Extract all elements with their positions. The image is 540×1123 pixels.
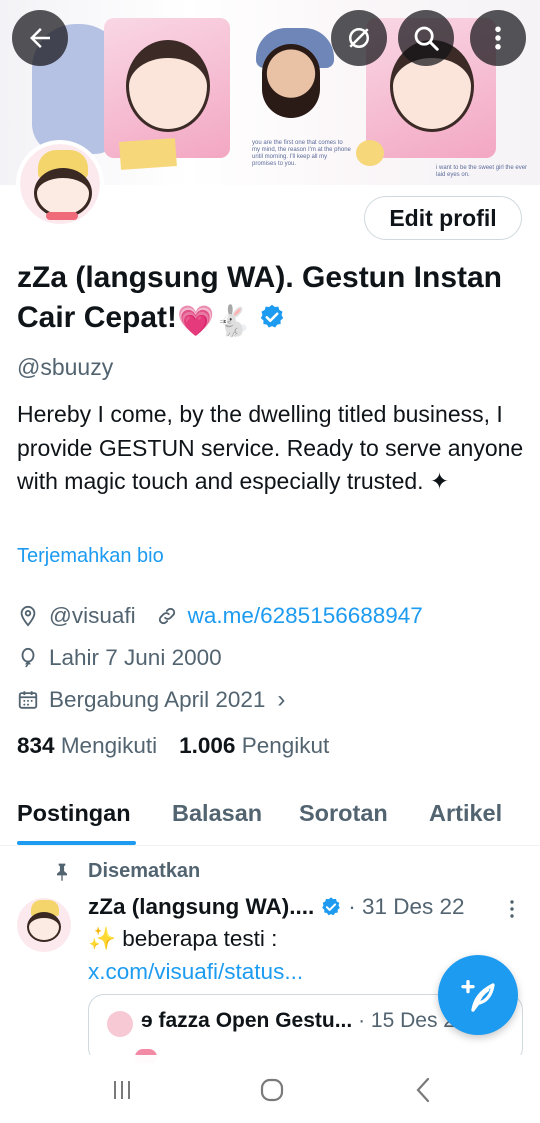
search-button[interactable] [398, 10, 454, 66]
profile-bio: Hereby I come, by the dwelling titled bu… [17, 401, 524, 494]
balloon-icon [21, 647, 35, 668]
followers-stat[interactable]: 1.006 Pengikut [179, 733, 329, 758]
tweet-avatar-face [27, 912, 61, 942]
profile-handle: @sbuuzy [17, 354, 114, 380]
following-count: 834 [17, 733, 55, 758]
follow-stats: 834 Mengikuti 1.006 Pengikut [17, 733, 329, 759]
system-back-button[interactable] [404, 1075, 444, 1105]
banner-caption-left: you are the first one that comes to my m… [252, 140, 351, 167]
following-label: Mengikuti [60, 733, 158, 758]
translate-bio-link[interactable]: Terjemahkan bio [17, 545, 164, 568]
eye-slash-icon [349, 28, 369, 48]
compose-post-button[interactable] [438, 955, 518, 1035]
pinned-label: Disematkan [88, 860, 201, 882]
profile-meta-row-joined[interactable]: Bergabung April 2021 › [17, 686, 285, 714]
banner-heart-sticker [356, 140, 384, 166]
arrow-left-icon [30, 28, 50, 48]
pinned-indicator: Disematkan [52, 860, 200, 883]
tweet-author-avatar[interactable] [17, 898, 71, 952]
following-stat[interactable]: 834 Mengikuti [17, 733, 157, 758]
profile-joined-date: Bergabung April 2021 [49, 687, 266, 712]
tab-replies[interactable]: Balasan [172, 800, 262, 827]
tweet-text: ✨ beberapa testi : x.com/visuafi/status.… [88, 922, 488, 988]
profile-avatar[interactable] [16, 140, 104, 228]
back-button[interactable] [12, 10, 68, 66]
chevron-right-icon: › [277, 686, 286, 713]
link-icon [158, 607, 175, 625]
recents-button[interactable] [102, 1075, 142, 1105]
profile-website-link[interactable]: wa.me/6285156688947 [188, 603, 423, 629]
pin-icon [57, 863, 67, 881]
avatar-label [46, 212, 78, 220]
tweet-more-icon[interactable] [506, 898, 518, 920]
back-chevron-icon [416, 1077, 430, 1103]
tweet-link[interactable]: x.com/visuafi/status... [88, 959, 303, 984]
recents-icon [114, 1081, 130, 1099]
tweet-header: zZa (langsung WA).... · 31 Des 22 [88, 894, 465, 920]
verified-badge-icon[interactable] [258, 303, 286, 331]
profile-location: @visuafi [49, 603, 136, 628]
home-button[interactable] [252, 1075, 292, 1105]
quote-header: ɘ fazza Open Gestu... · 15 Des 22 [141, 1009, 467, 1033]
more-options-button[interactable] [470, 10, 526, 66]
compose-feather-icon [461, 980, 495, 1012]
tab-posts[interactable]: Postingan [17, 800, 131, 827]
active-tab-indicator [17, 841, 136, 845]
banner-character-left [126, 40, 210, 132]
more-vertical-icon [495, 26, 501, 50]
profile-name-emojis: 💗🐇 [177, 305, 252, 338]
profile-meta-row-birthday: Lahir 7 Juni 2000 [17, 645, 222, 671]
quote-author-avatar [107, 1011, 133, 1037]
quote-author-name: ɘ fazza Open Gestu... [141, 1009, 353, 1032]
verified-badge-icon [322, 897, 341, 916]
banner-caption-right: i want to be the sweet girl the ever lai… [436, 165, 528, 178]
edit-profile-button[interactable]: Edit profil [364, 196, 522, 240]
search-icon [414, 26, 439, 51]
calendar-icon [18, 691, 38, 709]
banner-photo [262, 44, 320, 118]
tab-highlights[interactable]: Sorotan [299, 800, 388, 827]
avatar-face [34, 168, 92, 218]
profile-meta-row-location: @visuafi wa.me/6285156688947 [17, 603, 423, 629]
location-pin-icon [20, 605, 36, 627]
followers-count: 1.006 [179, 733, 236, 758]
profile-birthday: Lahir 7 Juni 2000 [49, 645, 222, 670]
banner-note [119, 138, 177, 170]
tweet-text-prefix: ✨ beberapa testi : [88, 926, 278, 951]
home-icon [260, 1078, 284, 1102]
tweet-author-name[interactable]: zZa (langsung WA).... [88, 894, 314, 920]
profile-tabs: Postingan Balasan Sorotan Artikel [0, 790, 540, 846]
system-navigation-bar [0, 1055, 540, 1123]
profile-name: zZa (langsung WA). Gestun Instan Cair Ce… [17, 258, 517, 342]
followers-label: Pengikut [241, 733, 330, 758]
tweet-date[interactable]: · 31 Des 22 [348, 894, 464, 920]
hide-content-button[interactable] [331, 10, 387, 66]
tab-articles[interactable]: Artikel [429, 800, 502, 827]
